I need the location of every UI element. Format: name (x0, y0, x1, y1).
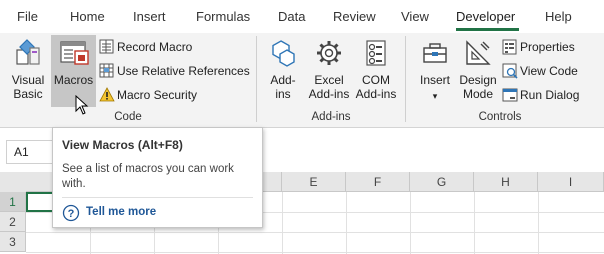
design-mode-button[interactable]: Design Mode (458, 35, 498, 107)
macro-security-label: Macro Security (117, 88, 198, 102)
tab-help[interactable]: Help (545, 9, 572, 24)
controls-group-label: Controls (478, 111, 522, 123)
visual-basic-label: Visual Basic (11, 73, 45, 101)
properties-icon (502, 39, 518, 58)
tooltip-description: See a list of macros you can work with. (62, 163, 234, 190)
tab-formulas[interactable]: Formulas (196, 9, 250, 24)
view-code-label: View Code (520, 64, 578, 78)
tooltip-title: View Macros (Alt+F8) (62, 138, 183, 152)
column-header-g[interactable]: G (410, 172, 474, 192)
gear-icon (314, 38, 344, 71)
visual-basic-icon (13, 38, 43, 71)
row-header-3[interactable]: 3 (0, 232, 26, 252)
tab-review[interactable]: Review (333, 9, 376, 24)
macros-icon (58, 38, 90, 71)
active-tab-indicator (456, 28, 519, 31)
column-header-h[interactable]: H (474, 172, 538, 192)
macros-button[interactable]: Macros (51, 35, 96, 107)
run-dialog-label: Run Dialog (520, 88, 580, 102)
addins-group-label: Add-ins (311, 111, 351, 123)
tell-me-more-label: Tell me more (86, 206, 157, 218)
view-code-button[interactable]: View Code (502, 61, 592, 81)
com-addins-button[interactable]: COM Add-ins (355, 35, 397, 107)
row-header-2[interactable]: 2 (0, 212, 26, 232)
grid-line (346, 192, 347, 254)
run-dialog-icon (502, 87, 518, 106)
name-box-value: A1 (14, 145, 29, 159)
insert-controls-button[interactable]: Insert ▾ (412, 35, 458, 107)
design-mode-label: Design Mode (459, 73, 497, 101)
code-group-label: Code (114, 111, 142, 123)
properties-button[interactable]: Properties (502, 37, 592, 57)
macros-tooltip: View Macros (Alt+F8) See a list of macro… (52, 127, 263, 228)
addins-button[interactable]: Add-ins (263, 35, 303, 107)
excel-addins-label: Excel Add-ins (308, 73, 350, 101)
group-divider (405, 36, 406, 122)
tab-home[interactable]: Home (70, 9, 105, 24)
tab-developer[interactable]: Developer (456, 9, 515, 24)
mouse-cursor-icon (75, 94, 89, 120)
tab-insert[interactable]: Insert (133, 9, 166, 24)
column-header-i[interactable]: I (538, 172, 604, 192)
insert-controls-label: Insert (419, 73, 450, 87)
ribbon: Visual Basic Macros Record Macro Use Rel… (0, 33, 604, 128)
grid-line (538, 192, 539, 254)
ribbon-tab-bar: File Home Insert Formulas Data Review Vi… (0, 0, 604, 33)
tooltip-divider (62, 197, 253, 198)
group-divider (256, 36, 257, 122)
properties-label: Properties (520, 40, 575, 54)
grid-line (410, 192, 411, 254)
excel-addins-button[interactable]: Excel Add-ins (303, 35, 355, 107)
tab-file[interactable]: File (17, 9, 38, 24)
column-header-f[interactable]: F (346, 172, 410, 192)
help-icon: ? (62, 204, 80, 225)
grid-line (26, 252, 604, 253)
tab-view[interactable]: View (401, 9, 429, 24)
record-macro-label: Record Macro (117, 40, 193, 54)
record-macro-icon (99, 39, 115, 58)
use-relative-references-label: Use Relative References (117, 64, 250, 78)
relative-references-icon (99, 63, 115, 82)
grid-line (474, 192, 475, 254)
addins-label: Add-ins (270, 73, 296, 101)
row-header-1[interactable]: 1 (0, 192, 26, 212)
select-all-corner[interactable] (0, 172, 27, 193)
chevron-down-icon: ▾ (432, 91, 438, 101)
use-relative-references-button[interactable]: Use Relative References (99, 61, 250, 82)
macro-security-button[interactable]: Macro Security (99, 85, 209, 105)
warning-icon (99, 87, 115, 106)
addins-icon (268, 38, 298, 71)
view-code-icon (502, 63, 518, 82)
grid-line (26, 232, 604, 233)
design-mode-icon (463, 38, 493, 71)
macros-label: Macros (53, 73, 94, 87)
visual-basic-button[interactable]: Visual Basic (5, 35, 51, 107)
com-addins-label: COM Add-ins (355, 73, 397, 101)
com-addins-icon (361, 38, 391, 71)
toolbox-icon (420, 38, 450, 71)
grid-line (282, 192, 283, 254)
column-header-e[interactable]: E (282, 172, 346, 192)
run-dialog-button[interactable]: Run Dialog (502, 85, 592, 105)
tab-data[interactable]: Data (278, 9, 305, 24)
svg-text:?: ? (68, 208, 75, 220)
record-macro-button[interactable]: Record Macro (99, 37, 209, 57)
